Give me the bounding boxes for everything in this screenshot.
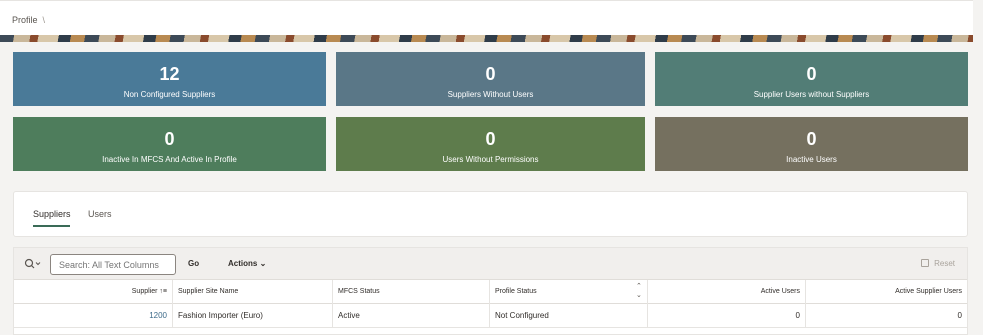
tile-label: Non Configured Suppliers (123, 90, 216, 99)
cell-supplier-link[interactable]: 1200 (14, 304, 173, 328)
sort-ascending-icon: ↑≡ (159, 288, 167, 295)
reset-label: Reset (934, 259, 955, 268)
table-row: 1200 Fashion Importer (Euro) Active Not … (14, 304, 967, 328)
column-header-supplier[interactable]: Supplier ↑≡ (14, 280, 173, 304)
tile-value: 0 (485, 64, 496, 84)
tile-non-configured-suppliers[interactable]: 12 Non Configured Suppliers (13, 52, 326, 106)
tile-value: 0 (806, 64, 817, 84)
search-icon[interactable] (24, 258, 42, 270)
tile-value: 0 (485, 129, 496, 149)
column-header-site-name[interactable]: Supplier Site Name (173, 280, 333, 304)
tile-label: Inactive Users (786, 155, 837, 164)
sort-toggle-icon[interactable]: ⌃ ⌄ (636, 282, 642, 300)
grid-header: Supplier ↑≡ Supplier Site Name MFCS Stat… (14, 280, 967, 304)
reset-button[interactable]: Reset (921, 259, 955, 268)
breadcrumb: Profile \ (12, 15, 45, 25)
tile-label: Users Without Permissions (442, 155, 539, 164)
decorative-banner (0, 35, 973, 42)
search-input[interactable] (50, 254, 176, 275)
column-header-active-supplier-users[interactable]: Active Supplier Users (806, 280, 967, 304)
actions-button[interactable]: Actions ⌄ (228, 259, 266, 268)
tile-inactive-in-mfcs[interactable]: 0 Inactive In MFCS And Active In Profile (13, 117, 326, 171)
chevron-down-icon: ⌄ (259, 259, 267, 268)
tab-suppliers[interactable]: Suppliers (33, 209, 71, 219)
column-header-active-users[interactable]: Active Users (648, 280, 806, 304)
top-bar: Profile \ (0, 0, 973, 36)
cell-active-users: 0 (648, 304, 806, 328)
tile-users-without-permissions[interactable]: 0 Users Without Permissions (336, 117, 645, 171)
column-header-profile-status[interactable]: Profile Status (490, 280, 648, 304)
column-header-mfcs-status[interactable]: MFCS Status (333, 280, 490, 304)
reset-icon (921, 259, 930, 267)
tile-value: 12 (159, 64, 180, 84)
breadcrumb-profile[interactable]: Profile (12, 15, 38, 25)
breadcrumb-separator: \ (42, 15, 46, 25)
tile-supplier-users-without-suppliers[interactable]: 0 Supplier Users without Suppliers (655, 52, 968, 106)
cell-site-name: Fashion Importer (Euro) (173, 304, 333, 328)
tile-label: Suppliers Without Users (447, 90, 534, 99)
tile-label: Inactive In MFCS And Active In Profile (102, 155, 237, 164)
cell-mfcs-status: Active (333, 304, 490, 328)
tab-bar: Suppliers Users (13, 191, 968, 237)
tile-value: 0 (164, 129, 175, 149)
tile-label: Supplier Users without Suppliers (753, 90, 870, 99)
active-tab-indicator (33, 225, 70, 227)
tab-users[interactable]: Users (88, 209, 112, 219)
grid-toolbar: Go Actions ⌄ Reset (14, 248, 967, 280)
cell-active-supplier-users: 0 (957, 311, 962, 320)
tile-suppliers-without-users[interactable]: 0 Suppliers Without Users (336, 52, 645, 106)
tile-value: 0 (806, 129, 817, 149)
tile-inactive-users[interactable]: 0 Inactive Users (655, 117, 968, 171)
cell-profile-status: Not Configured (490, 304, 648, 328)
column-label: Supplier (131, 288, 158, 295)
go-button[interactable]: Go (188, 259, 199, 268)
actions-label: Actions (228, 259, 258, 268)
suppliers-grid: Go Actions ⌄ Reset Supplier ↑≡ Supplier … (13, 247, 968, 335)
